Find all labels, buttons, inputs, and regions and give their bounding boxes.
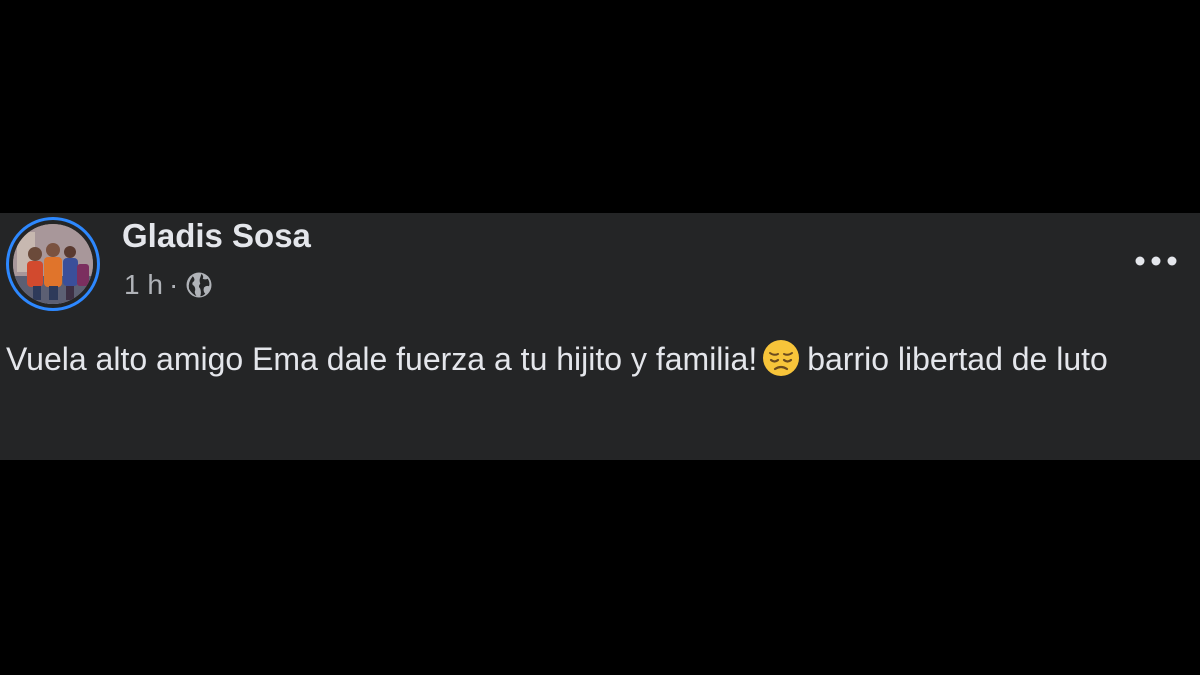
post-text-part-1: Vuela alto amigo Ema dale fuerza a tu hi…: [6, 341, 758, 377]
post-meta: 1 h ·: [124, 269, 214, 301]
post-time[interactable]: 1 h: [124, 269, 163, 301]
globe-icon[interactable]: [184, 270, 214, 300]
post-card: Gladis Sosa 1 h · Vuela alto amigo Ema d…: [0, 213, 1200, 460]
author-name[interactable]: Gladis Sosa: [122, 217, 311, 255]
avatar-photo: [13, 224, 93, 304]
avatar[interactable]: [6, 217, 100, 311]
meta-separator: ·: [168, 269, 179, 300]
post-text-part-2: barrio libertad de luto: [807, 341, 1108, 377]
post-message: Vuela alto amigo Ema dale fuerza a tu hi…: [6, 335, 1191, 384]
more-options-button[interactable]: [1128, 241, 1184, 281]
more-horizontal-icon: [1135, 256, 1177, 266]
pensive-face-emoji-icon: [761, 338, 801, 378]
